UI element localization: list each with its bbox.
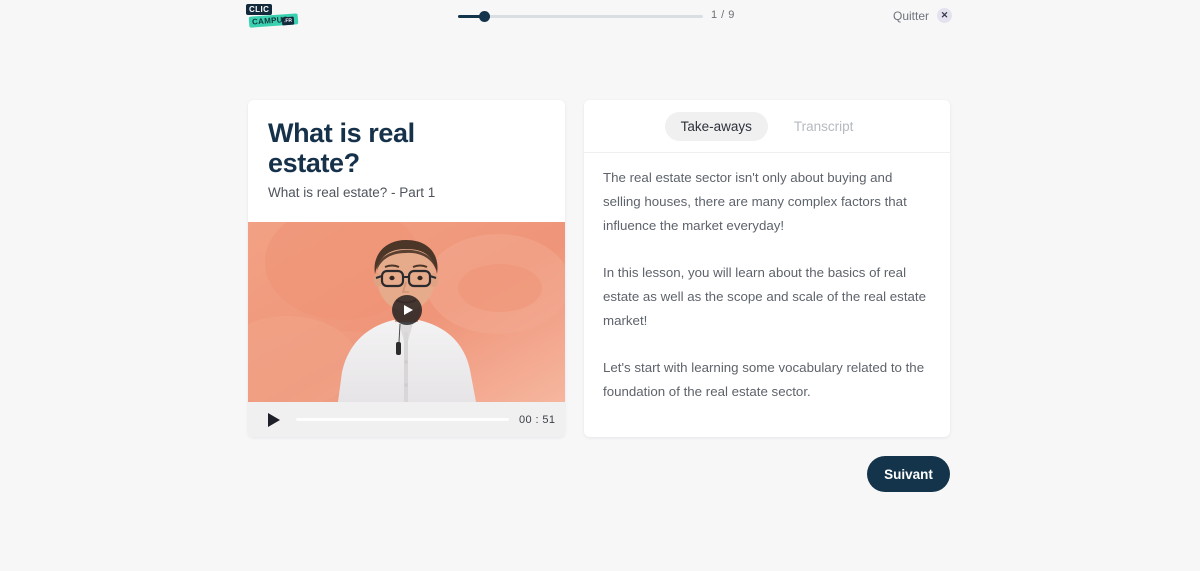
lesson-subtitle: What is real estate? - Part 1 bbox=[268, 185, 436, 200]
take-away-paragraph: In this lesson, you will learn about the… bbox=[603, 265, 927, 328]
take-away-paragraph: The real estate sector isn't only about … bbox=[603, 170, 907, 233]
tab-take-aways[interactable]: Take-aways bbox=[664, 111, 768, 141]
play-button-overlay[interactable] bbox=[391, 295, 422, 325]
tab-bar: Take-aways Transcript bbox=[584, 100, 950, 153]
tab-transcript[interactable]: Transcript bbox=[778, 112, 870, 141]
lesson-progress-slider[interactable] bbox=[458, 9, 703, 23]
video-scrubber[interactable] bbox=[296, 418, 509, 421]
brand-logo[interactable]: CLIC CAMPUS .FR bbox=[246, 4, 299, 28]
quit-label: Quitter bbox=[893, 8, 930, 23]
take-away-paragraph: Let's start with learning some vocabular… bbox=[603, 360, 925, 399]
quit-control[interactable]: Quitter ✕ bbox=[893, 8, 953, 23]
top-bar: CLIC CAMPUS .FR 1 / 9 Quitter ✕ bbox=[0, 0, 1200, 32]
play-icon-control[interactable] bbox=[268, 412, 280, 427]
close-icon[interactable]: ✕ bbox=[937, 8, 953, 23]
progress-count-label: 1 / 9 bbox=[711, 9, 735, 21]
logo-fr-badge: .FR bbox=[281, 16, 295, 26]
video-thumbnail[interactable] bbox=[248, 222, 565, 402]
video-time-label: 00 : 51 bbox=[519, 413, 556, 426]
video-player-controls: 00 : 51 bbox=[248, 402, 565, 437]
lesson-video-card: What is real estate? What is real estate… bbox=[248, 100, 565, 437]
progress-handle[interactable] bbox=[479, 11, 490, 22]
logo-clic-text: CLIC bbox=[246, 4, 273, 15]
lesson-page: CLIC CAMPUS .FR 1 / 9 Quitter ✕ What is … bbox=[0, 0, 1200, 571]
page-title: What is real estate? bbox=[268, 118, 415, 178]
lesson-info-card: Take-aways Transcript The real estate se… bbox=[584, 100, 950, 437]
take-aways-content: The real estate sector isn't only about … bbox=[603, 166, 933, 404]
next-button[interactable]: Suivant bbox=[867, 456, 950, 492]
progress-track bbox=[458, 15, 703, 18]
play-icon bbox=[403, 305, 413, 315]
